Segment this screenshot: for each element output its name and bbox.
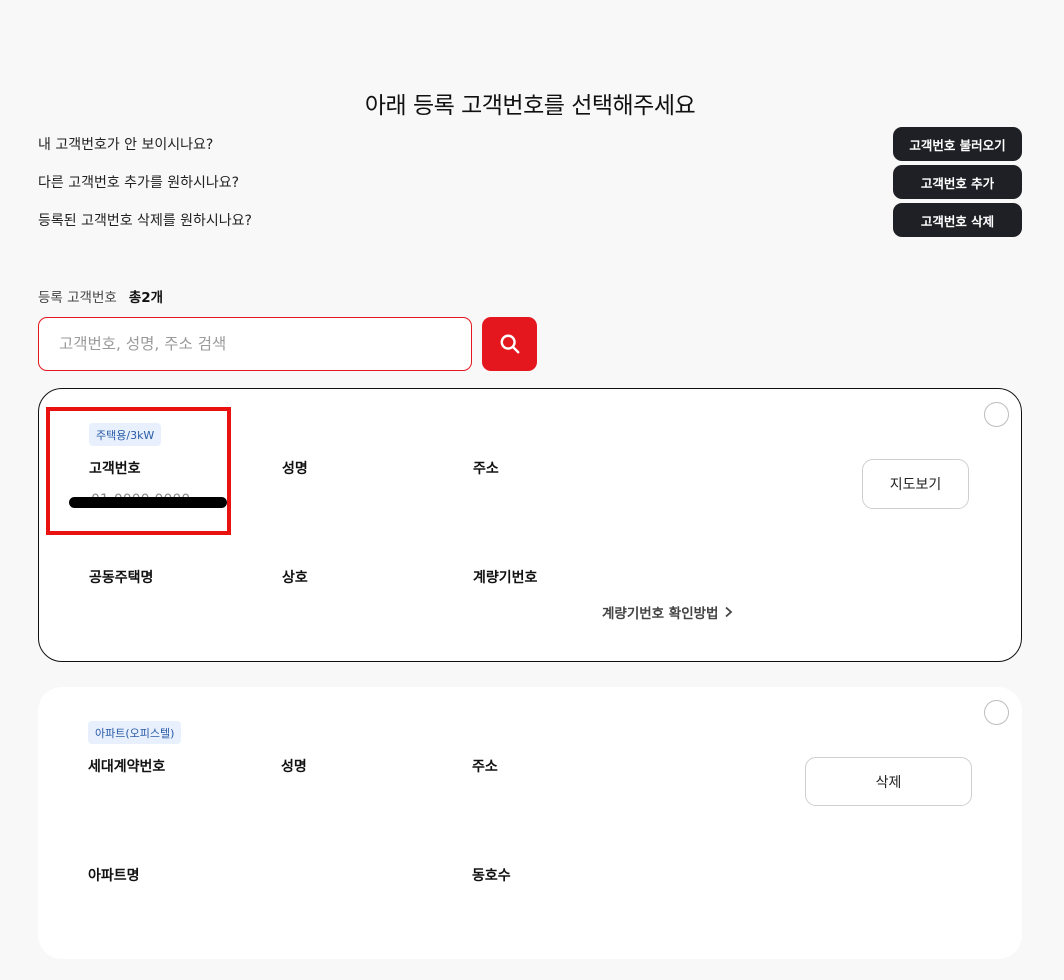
add-customer-number-button[interactable]: 고객번호 추가 [893,165,1022,199]
delete-customer-number-button[interactable]: 고객번호 삭제 [893,203,1022,237]
meter-number-help-label: 계량기번호 확인방법 [602,606,719,622]
field-label-address: 주소 [473,461,499,477]
registered-label: 등록 고객번호 [38,290,117,306]
field-label-household-contract-number: 세대계약번호 [88,759,166,775]
field-label-apartment-name: 아파트명 [88,868,140,884]
registered-count: 등록 고객번호 총2개 [38,286,163,306]
field-label-unit-number: 동호수 [472,868,511,884]
chevron-right-icon [725,606,733,618]
card-select-radio[interactable] [984,402,1009,427]
question-add-text: 다른 고객번호 추가를 원하시나요? [38,175,240,191]
search-icon [500,334,519,354]
card-select-radio[interactable] [984,700,1009,725]
view-map-button[interactable]: 지도보기 [862,459,969,509]
customer-card-apartment[interactable]: 아파트(오피스텔) 세대계약번호 성명 주소 삭제 아파트명 동호수 [38,687,1022,959]
field-label-address: 주소 [472,759,498,775]
meter-number-help-link[interactable]: 계량기번호 확인방법 [602,602,733,622]
highlight-box [46,407,231,535]
field-label-name: 성명 [281,759,307,775]
field-label-complex-name: 공동주택명 [89,570,154,586]
page-title: 아래 등록 고객번호를 선택해주세요 [364,93,696,119]
question-row-delete: 등록된 고객번호 삭제를 원하시나요? 고객번호 삭제 [38,203,1022,237]
field-label-name: 성명 [282,461,308,477]
search-button[interactable] [482,317,537,371]
question-load-text: 내 고객번호가 안 보이시나요? [38,137,214,153]
field-label-meter-number: 계량기번호 [473,570,538,586]
load-customer-number-button[interactable]: 고객번호 불러오기 [893,127,1022,161]
question-delete-text: 등록된 고객번호 삭제를 원하시나요? [38,213,252,229]
page: 아래 등록 고객번호를 선택해주세요 내 고객번호가 안 보이시나요? 고객번호… [0,0,1064,980]
field-label-business-name: 상호 [282,570,308,586]
delete-button[interactable]: 삭제 [805,757,972,806]
card-type-badge: 아파트(오피스텔) [88,721,182,744]
question-row-load: 내 고객번호가 안 보이시나요? 고객번호 불러오기 [38,127,1022,161]
question-row-add: 다른 고객번호 추가를 원하시나요? 고객번호 추가 [38,165,1022,199]
registered-total: 총2개 [128,290,164,306]
search-input[interactable] [38,317,472,371]
